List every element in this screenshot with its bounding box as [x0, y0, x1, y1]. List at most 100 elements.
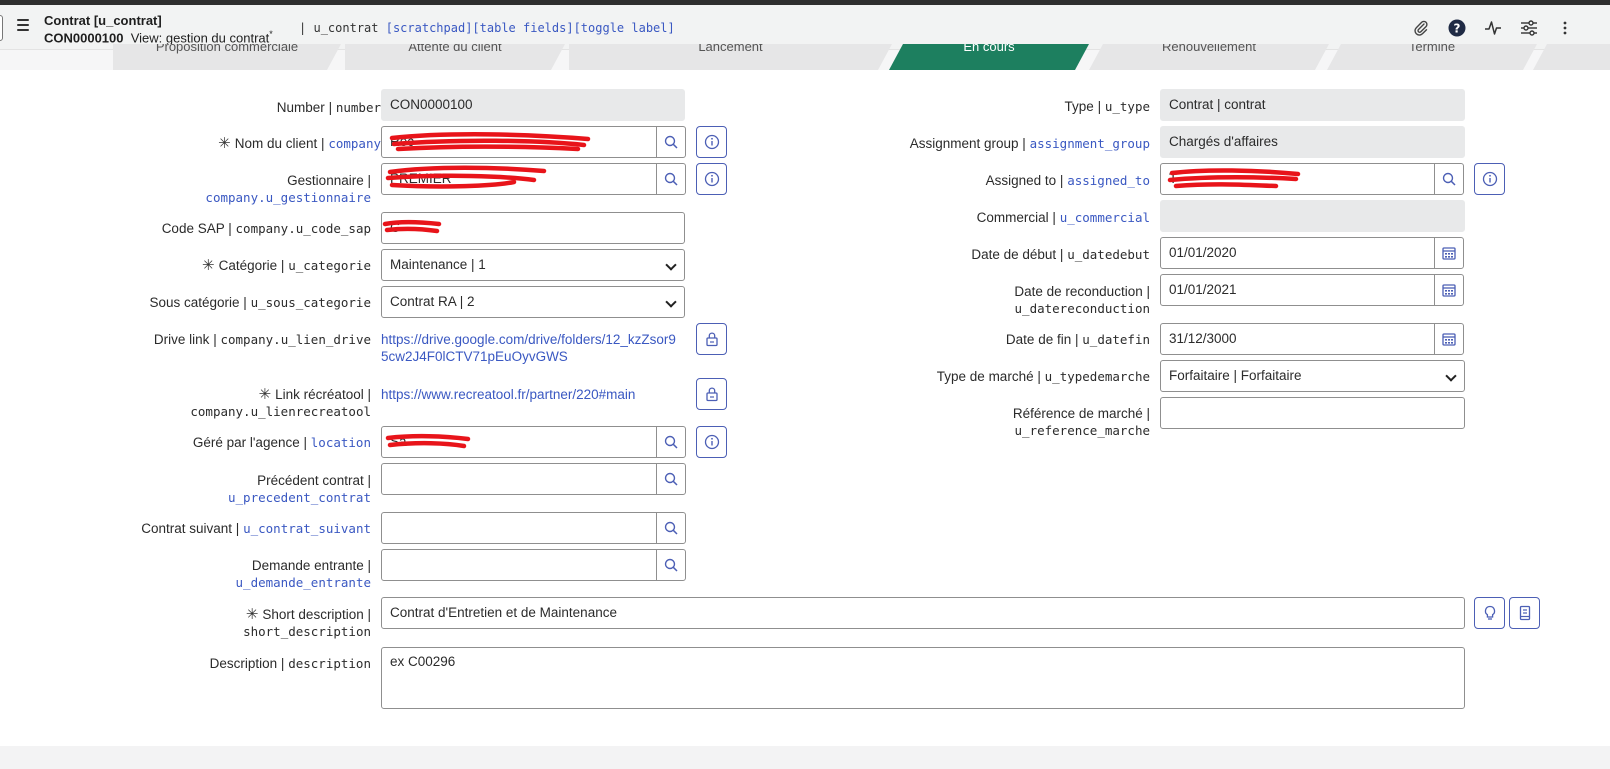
demande-entrante-lookup-button[interactable] [656, 549, 686, 581]
description-textarea[interactable]: ex C00296 [381, 647, 1465, 709]
date-fin-calendar-button[interactable] [1434, 323, 1464, 355]
paperclip-icon[interactable] [1410, 17, 1432, 39]
activity-icon[interactable] [1482, 17, 1504, 39]
drive-link-url[interactable]: https://drive.google.com/drive/folders/1… [381, 331, 691, 365]
assigned-to-lookup-button[interactable] [1434, 163, 1464, 195]
assigned-to-input[interactable]: T [1160, 163, 1436, 195]
gestionnaire-info-button[interactable] [696, 163, 727, 195]
header-actions: ? [1410, 17, 1576, 39]
templates-button[interactable] [1509, 597, 1540, 629]
label-type-marche: Type de marché | u_typedemarche [936, 369, 1150, 384]
label-lien-recreatool: ✳ Link récréatool | company.u_lienrecreato… [190, 386, 371, 419]
table-info: | u_contrat [scratchpad][table fields][t… [299, 21, 675, 35]
info-icon [704, 434, 719, 450]
help-icon[interactable]: ? [1446, 17, 1468, 39]
label-demande-entrante: Demande entrante | u_demande_entrante [235, 558, 371, 590]
stage-en-cours[interactable]: En cours [889, 44, 1089, 70]
more-icon[interactable] [1554, 17, 1576, 39]
sous-categorie-select[interactable]: Contrat RA | 2 [381, 286, 685, 318]
assigned-to-info-button[interactable] [1474, 163, 1505, 195]
info-icon [1482, 171, 1497, 187]
search-icon [664, 558, 678, 572]
date-debut-calendar-button[interactable] [1434, 237, 1464, 269]
date-debut-input[interactable]: 01/01/2020 [1160, 237, 1436, 269]
stage-termine[interactable]: Terminé [1327, 44, 1537, 70]
date-fin-input[interactable]: 31/12/3000 [1160, 323, 1436, 355]
company-input[interactable]: Rec [381, 126, 657, 158]
categorie-select[interactable]: Maintenance | 1 [381, 249, 685, 281]
precedent-contrat-lookup-button[interactable] [656, 463, 686, 495]
stage-overflow [1533, 44, 1610, 70]
lock-icon [705, 387, 718, 402]
reference-marche-input[interactable] [1160, 397, 1465, 429]
demande-entrante-input[interactable] [381, 549, 657, 581]
suggestion-button[interactable] [1474, 597, 1505, 629]
company-info-button[interactable] [696, 126, 727, 158]
lock-icon [705, 332, 718, 347]
label-contrat-suivant: Contrat suivant | u_contrat_suivant [141, 521, 371, 536]
info-icon [704, 171, 719, 187]
precedent-contrat-input[interactable] [381, 463, 657, 495]
label-assignment-group: Assignment group | assignment_group [909, 136, 1150, 151]
stage-lancement[interactable]: Lancement [569, 44, 892, 70]
label-date-fin: Date de fin | u_datefin [1005, 332, 1150, 347]
label-sous-categorie: Sous catégorie | u_sous_categorie [149, 295, 371, 310]
drive-link-unlock-button[interactable] [696, 323, 727, 355]
number-field[interactable]: CON0000100 [381, 89, 685, 121]
date-reconduction-input[interactable]: 01/01/2021 [1160, 274, 1436, 306]
back-button[interactable] [0, 15, 3, 41]
form-footer-band [0, 746, 1610, 769]
location-lookup-button[interactable] [656, 426, 686, 458]
form-title: Contrat [u_contrat] [44, 13, 162, 28]
contrat-suivant-input[interactable] [381, 512, 657, 544]
search-icon [1442, 172, 1456, 186]
label-date-debut: Date de début | u_datedebut [971, 247, 1150, 262]
info-icon [704, 134, 719, 150]
stage-attente[interactable]: Attente du client [345, 44, 565, 70]
type-field[interactable]: Contrat | contrat [1160, 89, 1465, 121]
label-code-sap: Code SAP | company.u_code_sap [161, 221, 371, 236]
location-info-button[interactable] [696, 426, 727, 458]
company-lookup-button[interactable] [656, 126, 686, 158]
label-location: Géré par l'agence | location [192, 435, 371, 450]
code-sap-input[interactable]: C [381, 212, 685, 244]
label-reference-marche: Référence de marché | u_reference_marche [1012, 406, 1150, 438]
lightbulb-icon [1484, 605, 1495, 620]
label-categorie: ✳ Catégorie | u_categorie [202, 257, 371, 274]
assignment-group-field[interactable]: Chargés d'affaires [1160, 126, 1465, 158]
hamburger-menu-icon[interactable] [17, 19, 29, 31]
search-icon [664, 435, 678, 449]
calendar-icon [1442, 247, 1456, 260]
form-subtitle: CON0000100 View: gestion du contrat* [44, 29, 273, 45]
calendar-icon [1442, 284, 1456, 297]
contrat-suivant-lookup-button[interactable] [656, 512, 686, 544]
commercial-field[interactable] [1160, 200, 1465, 232]
recreatool-unlock-button[interactable] [696, 378, 727, 410]
label-assigned-to: Assigned to | assigned_to [985, 173, 1150, 188]
stage-renouvellement[interactable]: Renouvellement [1089, 44, 1329, 70]
table-links[interactable]: [scratchpad][table fields][toggle label] [386, 21, 675, 35]
search-icon [664, 135, 678, 149]
type-marche-select[interactable]: Forfaitaire | Forfaitaire [1160, 360, 1465, 392]
label-description: Description | description [209, 656, 371, 671]
short-description-input[interactable]: Contrat d'Entretien et de Maintenance [381, 597, 1465, 629]
label-company: ✳ Nom du client | company [218, 135, 381, 152]
label-number: Number | number [276, 100, 381, 115]
svg-text:?: ? [1454, 22, 1461, 36]
table-pipe: | [299, 21, 307, 35]
view-modified-marker: * [269, 29, 273, 39]
search-icon [664, 521, 678, 535]
gestionnaire-lookup-button[interactable] [656, 163, 686, 195]
record-number: CON0000100 [44, 30, 124, 46]
label-commercial: Commercial | u_commercial [976, 210, 1150, 225]
date-reconduction-calendar-button[interactable] [1434, 274, 1464, 306]
gestionnaire-input[interactable]: PREMIER [381, 163, 657, 195]
sliders-icon[interactable] [1518, 17, 1540, 39]
location-input[interactable]: Sa [381, 426, 657, 458]
label-short-description: ✳ Short description | short_description [243, 606, 371, 639]
search-icon [664, 172, 678, 186]
recreatool-link-url[interactable]: https://www.recreatool.fr/partner/220#ma… [381, 386, 635, 403]
stage-proposition[interactable]: Proposition commerciale [113, 44, 341, 70]
book-icon [1519, 605, 1530, 621]
label-date-reconduction: Date de reconduction | u_datereconduction [1014, 284, 1150, 316]
